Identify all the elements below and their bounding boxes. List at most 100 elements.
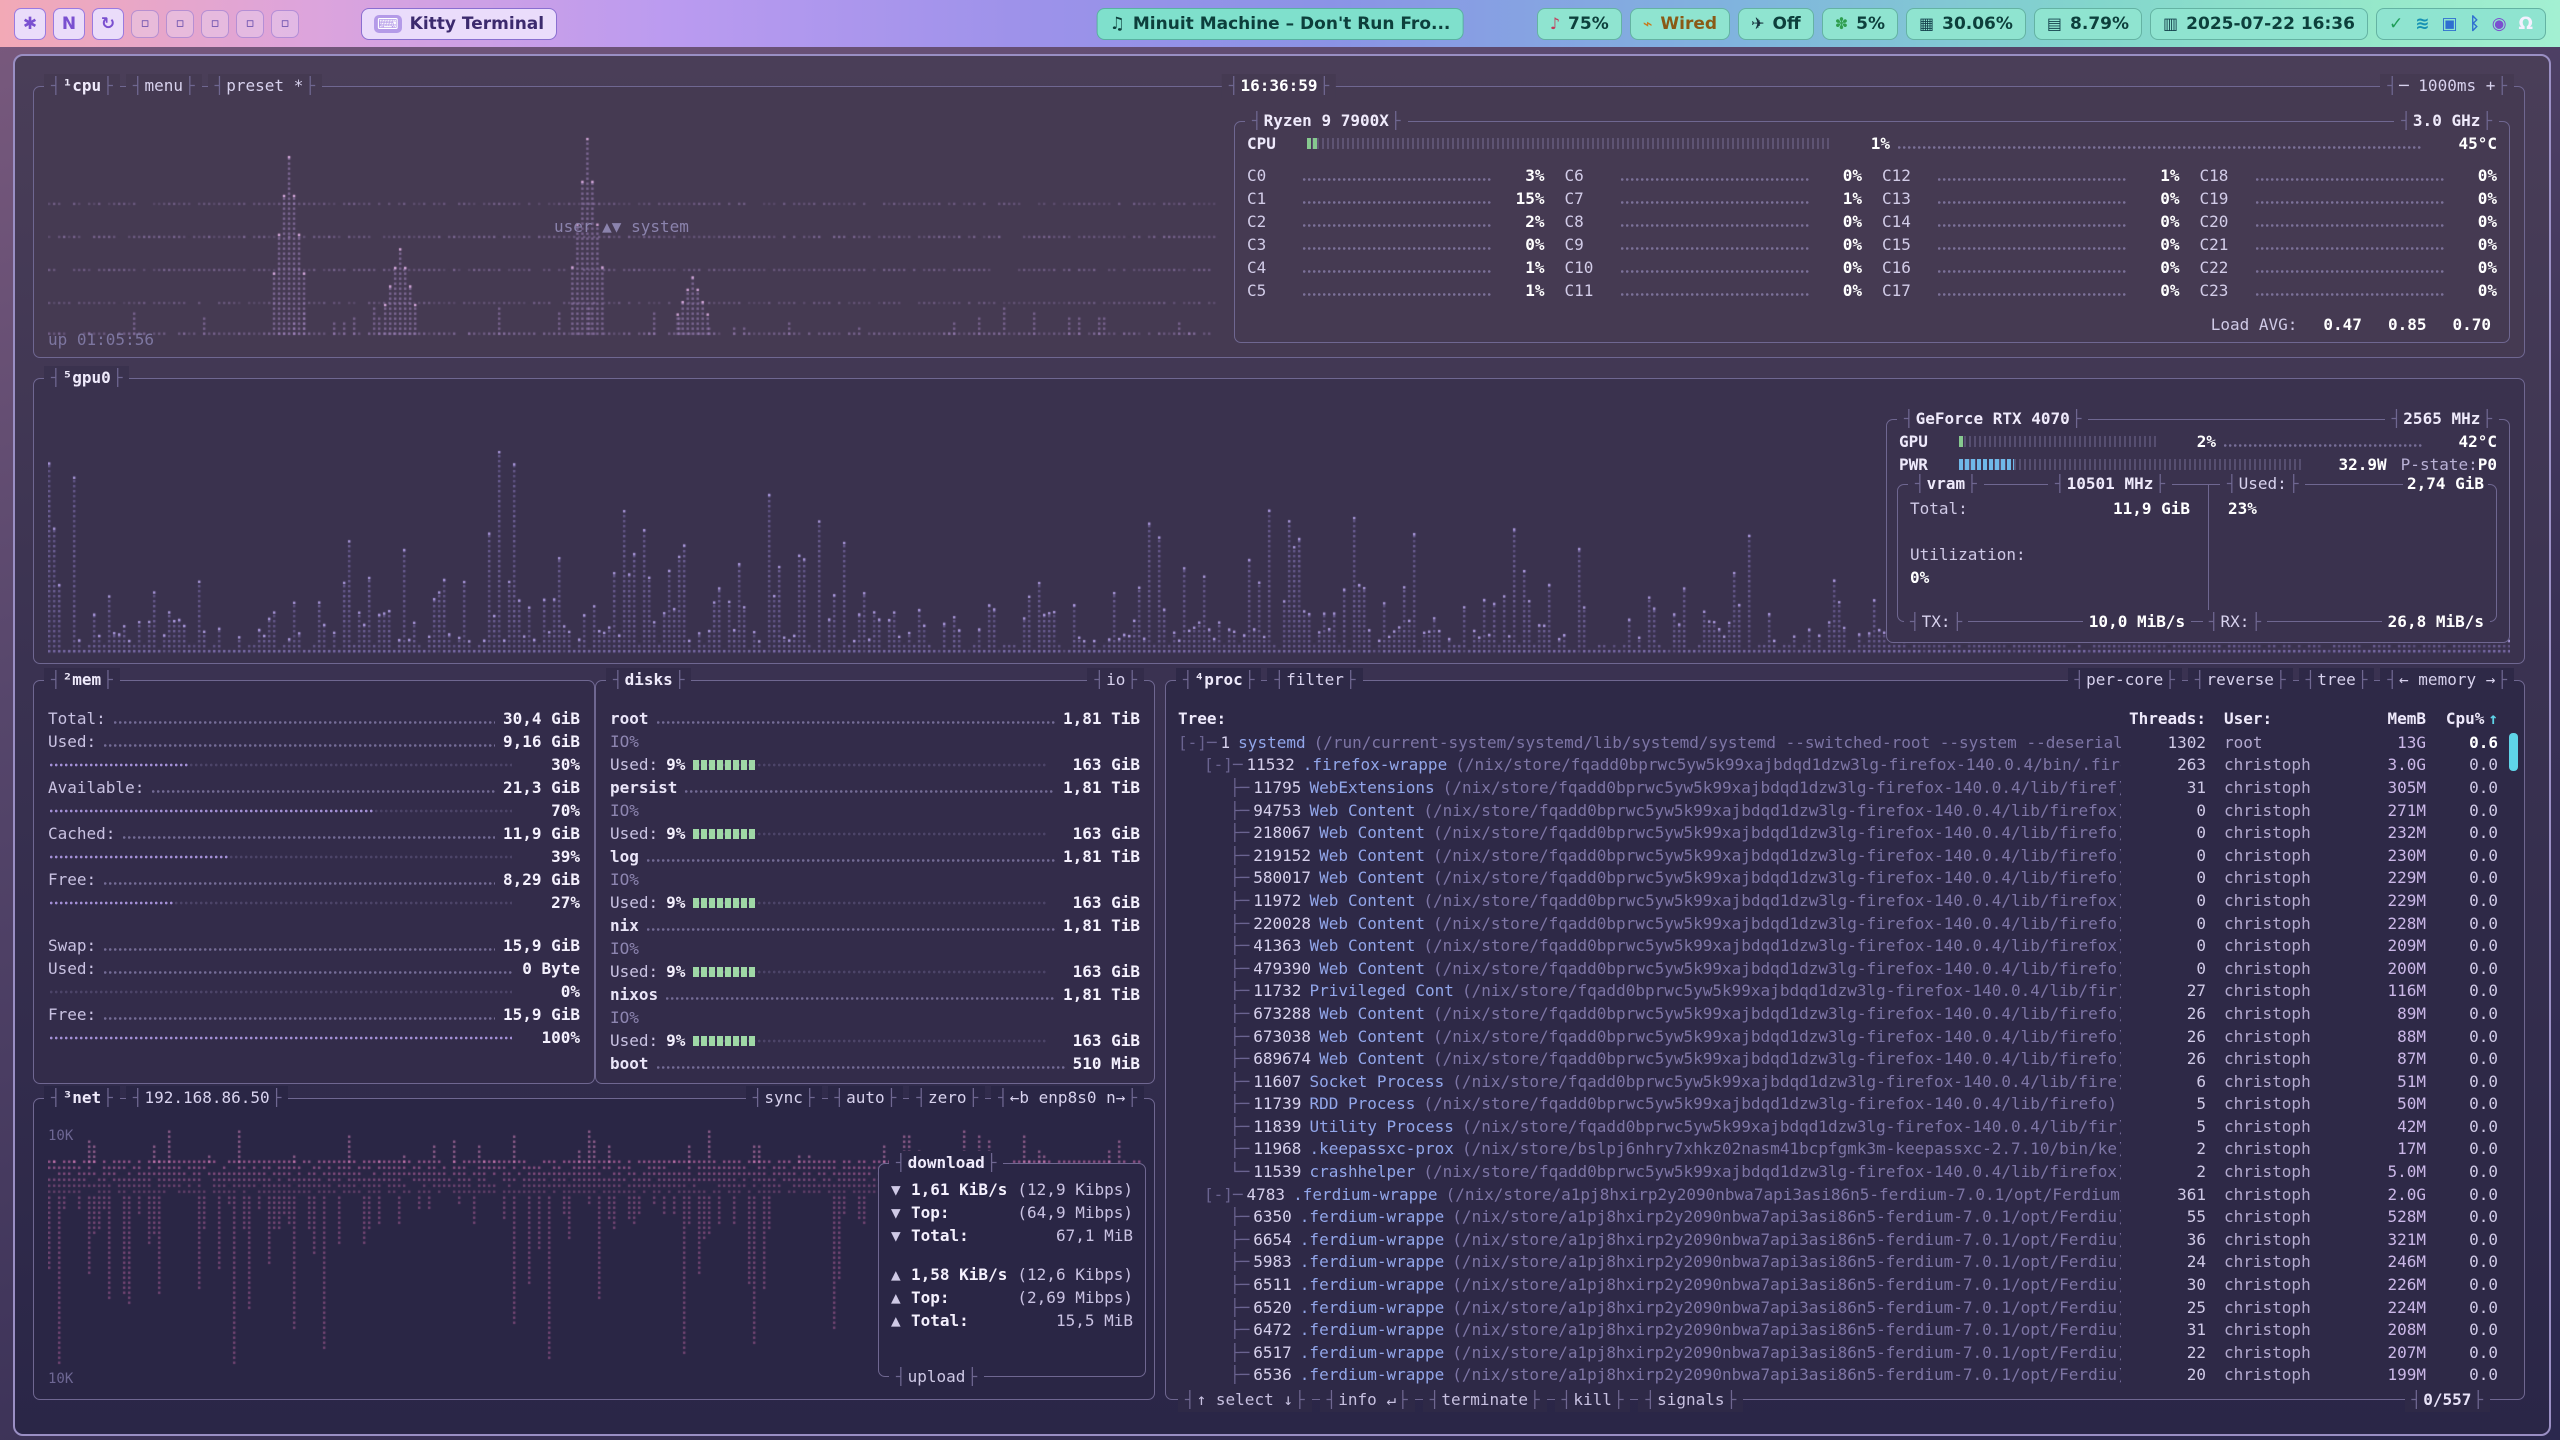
camera-icon[interactable]: ◉ [2492, 14, 2507, 34]
process-row[interactable]: ├─ 6511.ferdium-wrappe(/nix/store/a1pj8h… [1178, 1273, 2498, 1296]
network-label: Wired [1660, 14, 1717, 34]
process-user: christoph [2206, 1070, 2341, 1093]
process-row[interactable]: ├─ 5983.ferdium-wrappe(/nix/store/a1pj8h… [1178, 1251, 2498, 1274]
signals-button[interactable]: signals [1638, 1388, 1743, 1412]
process-row[interactable]: ├─ 11968.keepassxc-prox(/nix/store/bslpj… [1178, 1138, 2498, 1161]
auto-button[interactable]: auto [828, 1086, 904, 1110]
process-row[interactable]: └─ 11539crashhelper(/nix/store/fqadd0bpr… [1178, 1160, 2498, 1183]
mem-meter [50, 760, 512, 770]
refresh-icon[interactable]: ↻ [92, 8, 124, 40]
zero-button[interactable]: zero [909, 1086, 985, 1110]
interface-switcher[interactable]: ←b enp8s0 n→ [991, 1086, 1144, 1110]
process-scrollbar[interactable] [2509, 733, 2518, 771]
tree-toggle[interactable]: tree [2299, 668, 2375, 692]
disks-title[interactable]: disks [606, 668, 691, 692]
gpu-temp-graph [2224, 444, 2423, 447]
process-row[interactable]: ├─ 6654.ferdium-wrappe(/nix/store/a1pj8h… [1178, 1228, 2498, 1251]
info-button[interactable]: info ↵ [1320, 1388, 1415, 1412]
col-user[interactable]: User: [2206, 707, 2341, 730]
col-tree[interactable]: Tree: [1178, 707, 2121, 730]
core-row-c9: C90% [1565, 233, 1863, 256]
kill-button[interactable]: kill [1555, 1388, 1631, 1412]
memory-usage-module[interactable]: ▦30.06% [1906, 8, 2026, 40]
leader-dots [104, 1017, 495, 1020]
tab-gpu[interactable]: ⁵gpu0 [44, 366, 129, 390]
process-row[interactable]: ├─ 11972Web Content(/nix/store/fqadd0bpr… [1178, 889, 2498, 912]
check-icon[interactable]: ✓ [2389, 14, 2403, 34]
process-row[interactable]: ├─ 6472.ferdium-wrappe(/nix/store/a1pj8h… [1178, 1318, 2498, 1341]
io-mode-button[interactable]: io [1087, 668, 1144, 692]
process-row[interactable]: ├─ 218067Web Content(/nix/store/fqadd0bp… [1178, 821, 2498, 844]
cpu-usage-module[interactable]: ✽5% [1822, 8, 1898, 40]
disk-usage-module[interactable]: ▤8.79% [2034, 8, 2142, 40]
mini-icon-4[interactable]: ▫ [236, 10, 264, 38]
gpu-tx-label: TX: [1904, 610, 1968, 634]
col-cpu[interactable]: Cpu%↑ [2426, 707, 2498, 730]
clock-module[interactable]: ▥2025-07-22 16:36 [2150, 8, 2368, 40]
process-cpu: 0.0 [2426, 821, 2498, 844]
menu-button[interactable]: menu [126, 74, 202, 98]
process-row[interactable]: ├─ 11795WebExtensions(/nix/store/fqadd0b… [1178, 776, 2498, 799]
preset-button[interactable]: preset * [208, 74, 322, 98]
process-name: .ferdium-wrappe [1300, 1363, 1445, 1386]
bluetooth-icon[interactable]: ᛒ [2470, 14, 2480, 34]
net-stat-value: (12,9 Kibps) [1017, 1178, 1133, 1201]
col-memb[interactable]: MemB [2341, 707, 2426, 730]
volume-module[interactable]: ♪75% [1537, 8, 1622, 40]
tab-mem[interactable]: ²mem [44, 668, 120, 692]
per-core-toggle[interactable]: per-core [2068, 668, 2182, 692]
terminate-button[interactable]: terminate [1423, 1388, 1547, 1412]
col-threads[interactable]: Threads: [2121, 707, 2206, 730]
process-row[interactable]: ├─ 94753Web Content(/nix/store/fqadd0bpr… [1178, 799, 2498, 822]
paw-icon[interactable]: ✱ [14, 8, 46, 40]
reverse-toggle[interactable]: reverse [2188, 668, 2293, 692]
wave-icon[interactable]: ≋ [2415, 14, 2429, 34]
process-row[interactable]: ├─ 6536.ferdium-wrappe(/nix/store/a1pj8h… [1178, 1364, 2498, 1387]
mini-icon-5[interactable]: ▫ [271, 10, 299, 38]
process-row[interactable]: ├─ 689674Web Content(/nix/store/fqadd0bp… [1178, 1047, 2498, 1070]
tab-cpu[interactable]: ¹cpu [44, 74, 120, 98]
music-player-chip[interactable]: ♫ Minuit Machine – Don't Run Fro... [1097, 8, 1464, 40]
process-row[interactable]: ├─ 219152Web Content(/nix/store/fqadd0bp… [1178, 844, 2498, 867]
nix-icon[interactable]: N [53, 8, 85, 40]
mini-icon-2[interactable]: ▫ [166, 10, 194, 38]
process-row[interactable]: ├─ 6350.ferdium-wrappe(/nix/store/a1pj8h… [1178, 1205, 2498, 1228]
status-bar: ✱N↻▫▫▫▫▫ ⌨ Kitty Terminal ♫ Minuit Machi… [0, 0, 2560, 47]
process-row[interactable]: ├─ 6520.ferdium-wrappe(/nix/store/a1pj8h… [1178, 1296, 2498, 1319]
sort-column-switcher[interactable]: ← memory → [2380, 668, 2514, 692]
core-row-c22: C220% [2200, 256, 2498, 279]
process-row[interactable]: ├─ 11839Utility Process(/nix/store/fqadd… [1178, 1115, 2498, 1138]
cpu-graph-mode-label[interactable]: user ▲▼ system [554, 215, 689, 238]
process-row[interactable]: ├─ 6517.ferdium-wrappe(/nix/store/a1pj8h… [1178, 1341, 2498, 1364]
disk-used-amount: 163 GiB [1056, 753, 1140, 776]
process-row[interactable]: ├─ 220028Web Content(/nix/store/fqadd0bp… [1178, 912, 2498, 935]
display-icon[interactable]: ▣ [2441, 14, 2457, 34]
core-label: C18 [2200, 164, 2248, 187]
process-row[interactable]: ├─ 11739RDD Process(/nix/store/fqadd0bpr… [1178, 1093, 2498, 1116]
select-hint[interactable]: ↑ select ↓ [1178, 1388, 1312, 1412]
mini-icon-1[interactable]: ▫ [131, 10, 159, 38]
process-row[interactable]: [-]─4783.ferdium-wrappe(/nix/store/a1pj8… [1178, 1183, 2498, 1206]
process-row[interactable]: [-]─11532.firefox-wrappe(/nix/store/fqad… [1178, 754, 2498, 777]
process-row[interactable]: ├─ 11732Privileged Cont(/nix/store/fqadd… [1178, 980, 2498, 1003]
process-cpu: 0.0 [2426, 979, 2498, 1002]
process-row[interactable]: ├─ 580017Web Content(/nix/store/fqadd0bp… [1178, 867, 2498, 890]
mini-icon-3[interactable]: ▫ [201, 10, 229, 38]
tab-proc[interactable]: ⁴proc [1176, 668, 1261, 692]
process-row[interactable]: ├─ 673288Web Content(/nix/store/fqadd0bp… [1178, 1002, 2498, 1025]
process-row[interactable]: ├─ 673038Web Content(/nix/store/fqadd0bp… [1178, 1025, 2498, 1048]
update-interval-control[interactable]: ─ 1000ms + [2380, 74, 2514, 98]
sync-button[interactable]: sync [746, 1086, 822, 1110]
process-row[interactable]: ├─ 479390Web Content(/nix/store/fqadd0bp… [1178, 957, 2498, 980]
tab-net[interactable]: ³net [44, 1086, 120, 1110]
process-command: (/nix/store/a1pj8hxirp2y2090nbwa7api3asi… [1446, 1183, 2121, 1206]
airplane-module[interactable]: ✈Off [1738, 8, 1814, 40]
active-window-chip[interactable]: ⌨ Kitty Terminal [361, 8, 557, 40]
process-name: .ferdium-wrappe [1300, 1296, 1445, 1319]
bell-icon[interactable]: Ω [2519, 14, 2533, 34]
process-row[interactable]: ├─ 41363Web Content(/nix/store/fqadd0bpr… [1178, 934, 2498, 957]
process-row[interactable]: [-]─1systemd(/run/current-system/systemd… [1178, 731, 2498, 754]
network-module[interactable]: ⌁Wired [1630, 8, 1730, 40]
process-row[interactable]: ├─ 11607Socket Process(/nix/store/fqadd0… [1178, 1070, 2498, 1093]
filter-button[interactable]: filter [1267, 668, 1362, 692]
